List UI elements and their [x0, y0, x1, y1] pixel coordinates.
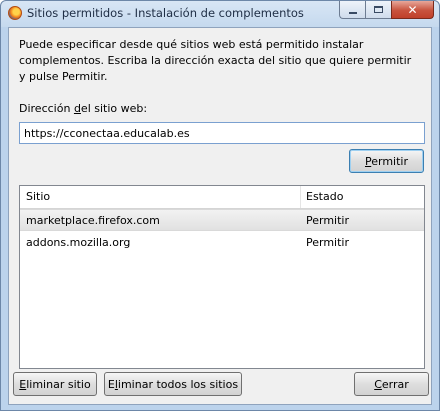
remove-site-label: Eliminar sitio: [19, 377, 91, 391]
close-button-label: Cerrar: [374, 377, 409, 391]
site-cell: addons.mozilla.org: [26, 236, 131, 249]
status-cell: Permitir: [306, 214, 350, 227]
table-row[interactable]: marketplace.firefox.com Permitir: [20, 209, 424, 231]
column-header-site[interactable]: Sitio: [26, 190, 50, 203]
minimize-icon: [348, 11, 357, 14]
close-button[interactable]: Cerrar: [354, 372, 429, 396]
description-text: Puede especificar desde qué sitios web e…: [19, 38, 412, 83]
close-window-button[interactable]: ✕: [391, 1, 434, 19]
site-cell: marketplace.firefox.com: [26, 214, 160, 227]
url-input[interactable]: [19, 122, 425, 144]
column-header-status[interactable]: Estado: [306, 190, 343, 203]
permit-button-label: Permitir: [364, 154, 408, 168]
maximize-button[interactable]: [365, 1, 391, 19]
firefox-icon: [8, 6, 22, 20]
dialog-content: Puede especificar desde qué sitios web e…: [8, 27, 432, 405]
remove-all-label: Eliminar todos los sitios: [107, 377, 239, 391]
table-row[interactable]: addons.mozilla.org Permitir: [20, 232, 424, 254]
column-separator[interactable]: [300, 186, 301, 208]
remove-all-sites-button[interactable]: Eliminar todos los sitios: [104, 372, 242, 396]
maximize-icon: [374, 6, 383, 13]
url-label: Dirección del sitio web:: [19, 102, 148, 115]
permit-button[interactable]: Permitir: [349, 149, 424, 173]
window-title: Sitios permitidos - Instalación de compl…: [27, 6, 304, 20]
close-icon: ✕: [407, 2, 418, 17]
remove-site-button[interactable]: Eliminar sitio: [13, 372, 97, 396]
dialog-window: Sitios permitidos - Instalación de compl…: [0, 0, 440, 411]
list-header: Sitio Estado: [20, 186, 424, 209]
sites-list[interactable]: Sitio Estado marketplace.firefox.com Per…: [19, 185, 425, 369]
minimize-button[interactable]: [339, 1, 365, 19]
caption-buttons: ✕: [339, 1, 434, 20]
status-cell: Permitir: [306, 236, 350, 249]
title-bar[interactable]: Sitios permitidos - Instalación de compl…: [1, 1, 439, 27]
